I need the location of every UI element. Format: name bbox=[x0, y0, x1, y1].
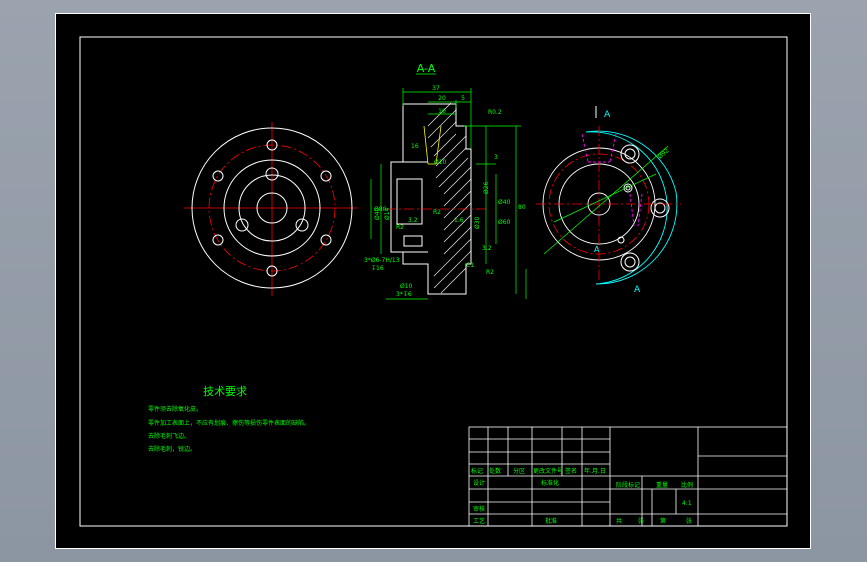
tb-standardize: 标准化 bbox=[541, 479, 559, 487]
tb-review: 审核 bbox=[473, 505, 485, 513]
tb-weight: 重量 bbox=[656, 481, 668, 489]
hole-note-1: 3*Ø6-7H/13 bbox=[364, 257, 400, 264]
dim-5: 5 bbox=[461, 95, 465, 102]
tb-header-zone: 分区 bbox=[513, 467, 525, 475]
small-note-2: 3*↧6 bbox=[396, 291, 412, 298]
tb-stage-mark: 阶段标记 bbox=[616, 481, 640, 489]
tb-header-date: 年.月.日 bbox=[584, 467, 606, 475]
dim-dia-b: Ø60 bbox=[498, 219, 511, 226]
right-bolt-hole bbox=[620, 252, 640, 272]
cut-mark-bottom: A bbox=[634, 285, 641, 295]
title-block-frame bbox=[468, 426, 788, 527]
cut-mark-top: A bbox=[604, 110, 611, 120]
dim-dia-x: Ø10 bbox=[434, 159, 447, 166]
tb-sheets-total: 共 bbox=[616, 517, 622, 525]
tech-requirements: 技术要求 零件须去除氧化皮。 零件加工表面上，不应有划痕、擦伤等损伤零件表面的缺… bbox=[148, 385, 310, 453]
dim-chamfer: C1 bbox=[466, 262, 474, 269]
section-outline bbox=[390, 103, 472, 295]
cad-drawing: A-A 37 20 5 10 R0.2 16 3 Ø10 80 Ø40 Ø60 … bbox=[79, 36, 788, 527]
right-view: Ø92 A A A bbox=[536, 106, 681, 295]
right-bolt-hole-inner bbox=[624, 256, 636, 268]
tb-sheet-label: 张 bbox=[686, 517, 692, 525]
tb-header-change: 更改文件号 bbox=[533, 467, 563, 475]
small-note-1: Ø10 bbox=[400, 283, 413, 290]
view-arrow-mark: A bbox=[594, 245, 600, 254]
section-label: A-A bbox=[417, 62, 436, 75]
right-bolt-hole bbox=[650, 198, 670, 218]
tb-sheets-label: 张 bbox=[638, 517, 644, 525]
dim-r2-mid: R2 bbox=[433, 209, 441, 216]
tb-scale: 比例 bbox=[681, 481, 693, 489]
dim-16: 16 bbox=[411, 143, 419, 150]
title-block bbox=[468, 426, 788, 527]
tb-design: 设计 bbox=[473, 479, 485, 487]
tb-header-sign: 签名 bbox=[565, 467, 577, 475]
rough-3: 3.2 bbox=[482, 245, 492, 252]
tb-sheet-no: 第 bbox=[660, 517, 666, 525]
tech-title: 技术要求 bbox=[203, 385, 247, 398]
front-view bbox=[184, 122, 358, 296]
dim-total-width: 37 bbox=[432, 85, 440, 92]
dim-dia-a: Ø40 bbox=[498, 199, 511, 206]
bolt-hole bbox=[212, 170, 224, 182]
drawing-sheet: A-A 37 20 5 10 R0.2 16 3 Ø10 80 Ø40 Ø60 … bbox=[55, 13, 811, 549]
tech-line-1: 零件须去除氧化皮。 bbox=[148, 405, 202, 413]
dim-r-tip: R0.2 bbox=[488, 109, 502, 116]
right-view-dia: Ø92 bbox=[657, 147, 671, 160]
dim-mid-1: Ø30 bbox=[474, 216, 481, 229]
tech-line-4: 去除毛刺，锐边。 bbox=[148, 445, 196, 453]
hole-note-2: ↧16 bbox=[371, 265, 384, 272]
tb-header-count: 处数 bbox=[489, 467, 501, 475]
dim-80: 80 bbox=[518, 204, 526, 211]
bolt-hole bbox=[320, 234, 332, 246]
tb-header-mark: 标记 bbox=[471, 467, 483, 475]
tb-approve: 批准 bbox=[545, 517, 557, 525]
section-dimensions bbox=[370, 88, 527, 300]
rough-2: 1.6 bbox=[454, 217, 464, 224]
right-hidden-lines bbox=[581, 133, 643, 227]
dim-3: 3 bbox=[494, 154, 498, 161]
dim-10: 10 bbox=[438, 108, 446, 115]
dim-left-2: Ø14 bbox=[384, 207, 391, 220]
section-hatch bbox=[427, 102, 472, 294]
tech-line-2: 零件加工表面上，不应有划痕、擦伤等损伤零件表面的缺陷。 bbox=[148, 419, 310, 427]
tap-hole bbox=[403, 235, 423, 247]
tb-scale-value: 4:1 bbox=[682, 500, 692, 507]
right-small-hole bbox=[623, 183, 633, 193]
dim-20: 20 bbox=[438, 95, 446, 102]
section-view: A-A 37 20 5 10 R0.2 16 3 Ø10 80 Ø40 Ø60 … bbox=[364, 62, 527, 300]
rough-1: 3.2 bbox=[408, 217, 418, 224]
dim-r2-right: R2 bbox=[486, 269, 494, 276]
dim-left-1: Ø40 bbox=[374, 207, 381, 220]
tech-line-3: 去除毛刺飞边。 bbox=[148, 432, 190, 440]
dim-r2-left: R2 bbox=[396, 224, 404, 231]
tb-process: 工艺 bbox=[473, 517, 485, 525]
right-bolt-hole-inner bbox=[654, 202, 666, 214]
dim-mid-2: Ø26 bbox=[483, 181, 490, 194]
